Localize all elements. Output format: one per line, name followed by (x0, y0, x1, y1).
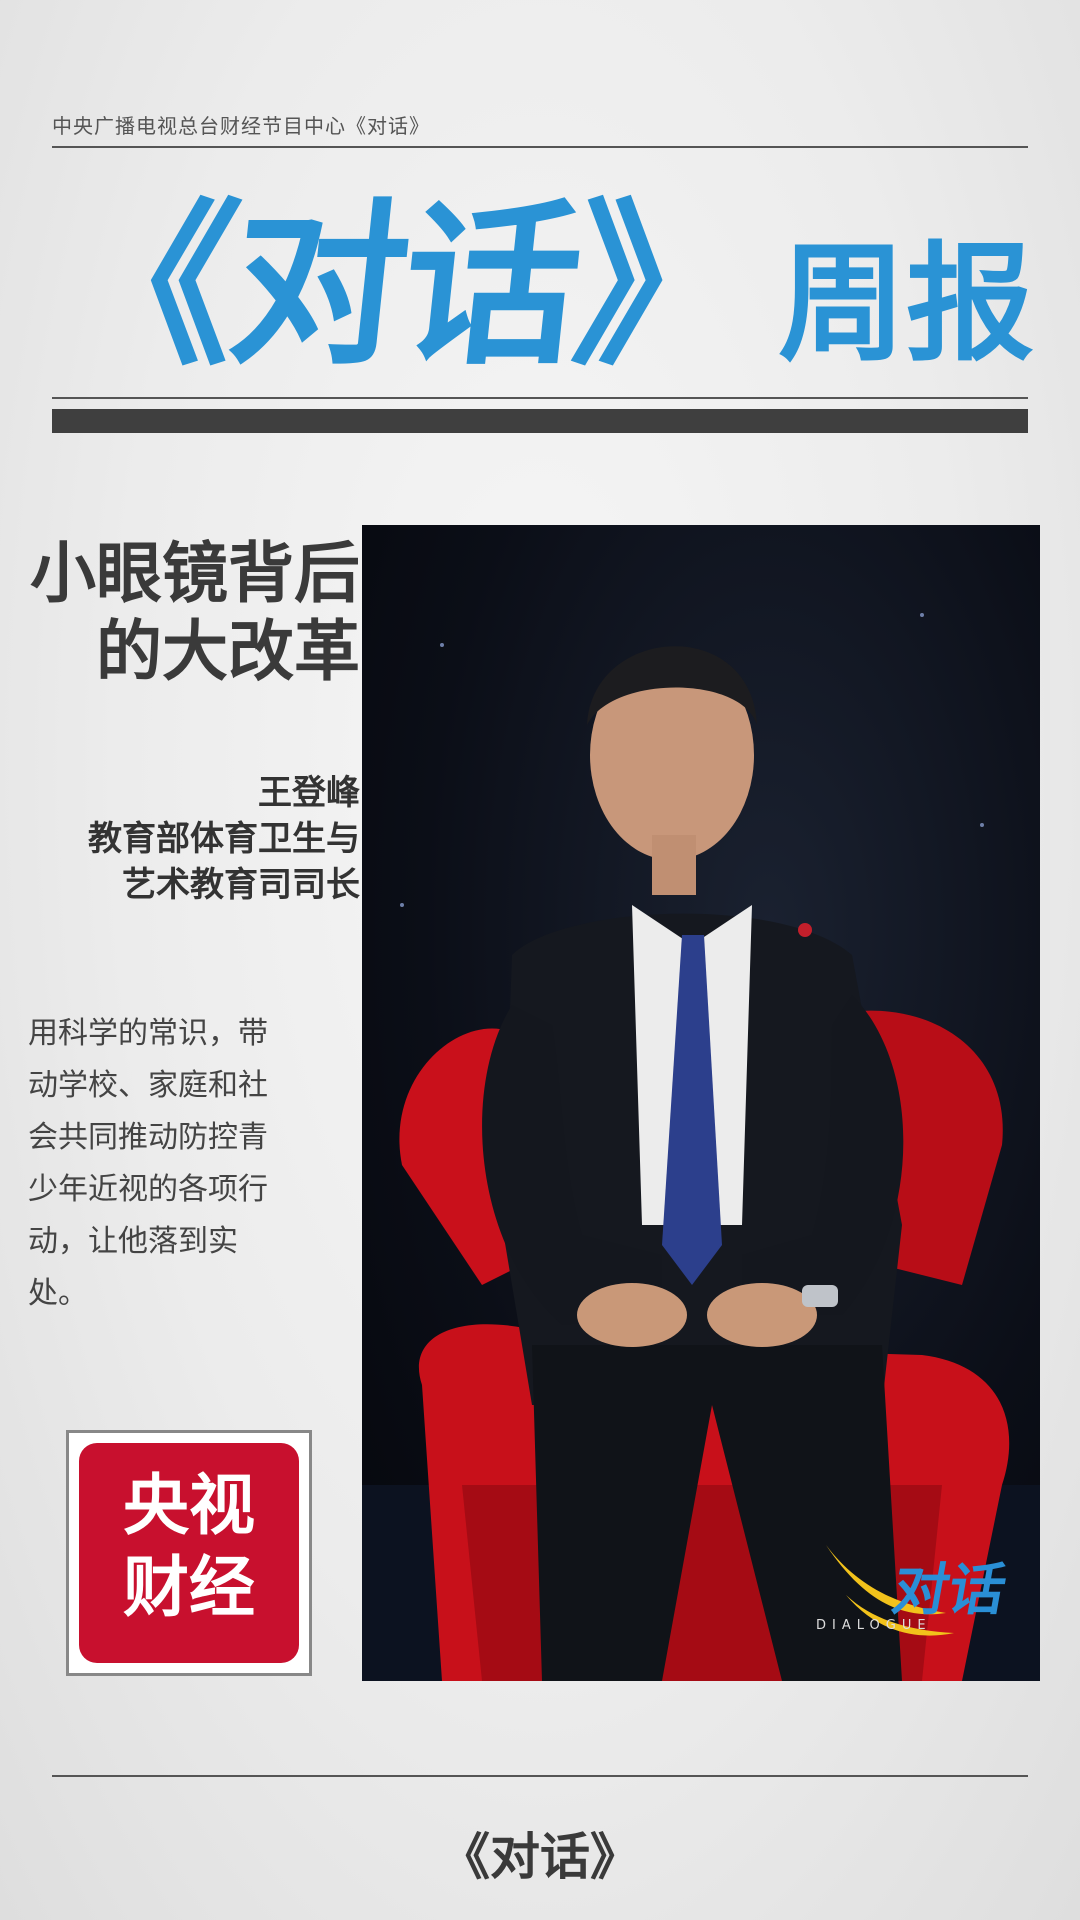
source-line: 中央广播电视总台财经节目中心《对话》 (52, 114, 430, 138)
watermark-en: DIALOGUE (816, 1618, 932, 1633)
headline-line-2: 的大改革 (96, 613, 360, 690)
speaker-name: 王登峰 (258, 773, 360, 813)
watermark-cn: 对话 (887, 1558, 1011, 1623)
logo-line-2: 财经 (123, 1549, 255, 1626)
quote-line: 动学校、家庭和社 (28, 1068, 268, 1103)
byline: 王登峰 教育部体育卫生与 艺术教育司司长 (88, 770, 360, 908)
speaker-title-line-1: 教育部体育卫生与 (88, 819, 360, 859)
masthead-title: 《对话》 (49, 184, 759, 389)
interview-photo-illustration (362, 613, 1040, 1681)
quote-text: 用科学的常识，带 动学校、家庭和社 会共同推动防控青 少年近视的各项行 动，让他… (28, 1008, 363, 1320)
masthead-bar (52, 409, 1028, 433)
interview-photo: 对话 DIALOGUE (362, 525, 1040, 1681)
cctv-finance-logo-frame: 央视 财经 (66, 1430, 312, 1676)
headline: 小眼镜背后 的大改革 (30, 535, 360, 691)
masthead: 《对话》 周报 (49, 175, 1035, 389)
logo-line-1: 央视 (123, 1467, 255, 1544)
top-rule (52, 146, 1028, 148)
speaker-title-line-2: 艺术教育司司长 (122, 865, 360, 905)
footer-title: 《对话》 (440, 1828, 640, 1886)
headline-line-1: 小眼镜背后 (30, 535, 360, 612)
masthead-subtitle: 周报 (778, 230, 1035, 379)
bottom-rule (52, 1775, 1028, 1777)
masthead-rule (52, 397, 1028, 399)
quote-line: 处。 (28, 1276, 88, 1311)
dialogue-watermark: 对话 DIALOGUE (816, 1535, 1016, 1655)
cctv-finance-logo: 央视 财经 (79, 1443, 299, 1663)
quote-line: 用科学的常识，带 (28, 1016, 268, 1051)
quote-line: 少年近视的各项行 (28, 1172, 268, 1207)
quote-line: 动，让他落到实 (28, 1224, 238, 1259)
quote-line: 会共同推动防控青 (28, 1120, 268, 1155)
